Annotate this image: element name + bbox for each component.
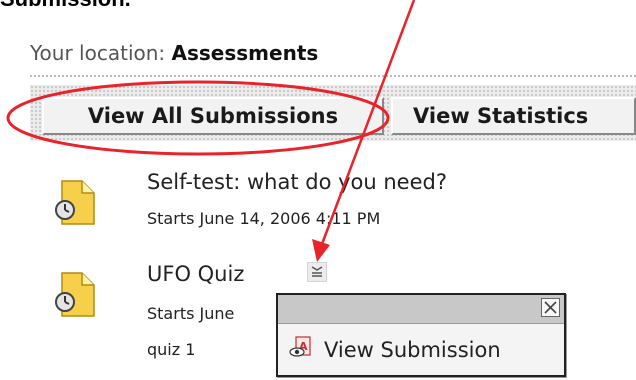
- view-submission-label: View Submission: [324, 338, 501, 362]
- view-submission-icon: A: [288, 335, 314, 365]
- view-submission-menu-item[interactable]: A View Submission: [288, 335, 501, 365]
- divider: [30, 75, 636, 77]
- location-label: Your location:: [30, 41, 166, 65]
- breadcrumb: Your location: Assessments: [30, 41, 318, 65]
- item-start-date: Starts June: [147, 304, 235, 323]
- annotation-arrowhead: [312, 239, 330, 262]
- quiz-clock-document-icon[interactable]: [52, 178, 98, 232]
- assessment-toolbar: View All Submissions View Statistics: [30, 85, 636, 141]
- item-title[interactable]: Self-test: what do you need?: [147, 170, 447, 194]
- item-menu-icon[interactable]: [307, 262, 327, 282]
- quiz-clock-document-icon[interactable]: [52, 270, 98, 324]
- context-popup-menu: A View Submission: [276, 293, 566, 377]
- item-note: quiz 1: [147, 340, 196, 359]
- item-start-date: Starts June 14, 2006 4:11 PM: [147, 209, 381, 228]
- view-statistics-button[interactable]: View Statistics: [391, 97, 636, 135]
- item-title[interactable]: UFO Quiz: [147, 262, 244, 286]
- page-caption: Submission.: [0, 0, 131, 12]
- view-all-submissions-button[interactable]: View All Submissions: [42, 97, 384, 135]
- popup-header: [278, 295, 564, 324]
- location-value: Assessments: [171, 41, 319, 65]
- close-icon[interactable]: [541, 298, 560, 317]
